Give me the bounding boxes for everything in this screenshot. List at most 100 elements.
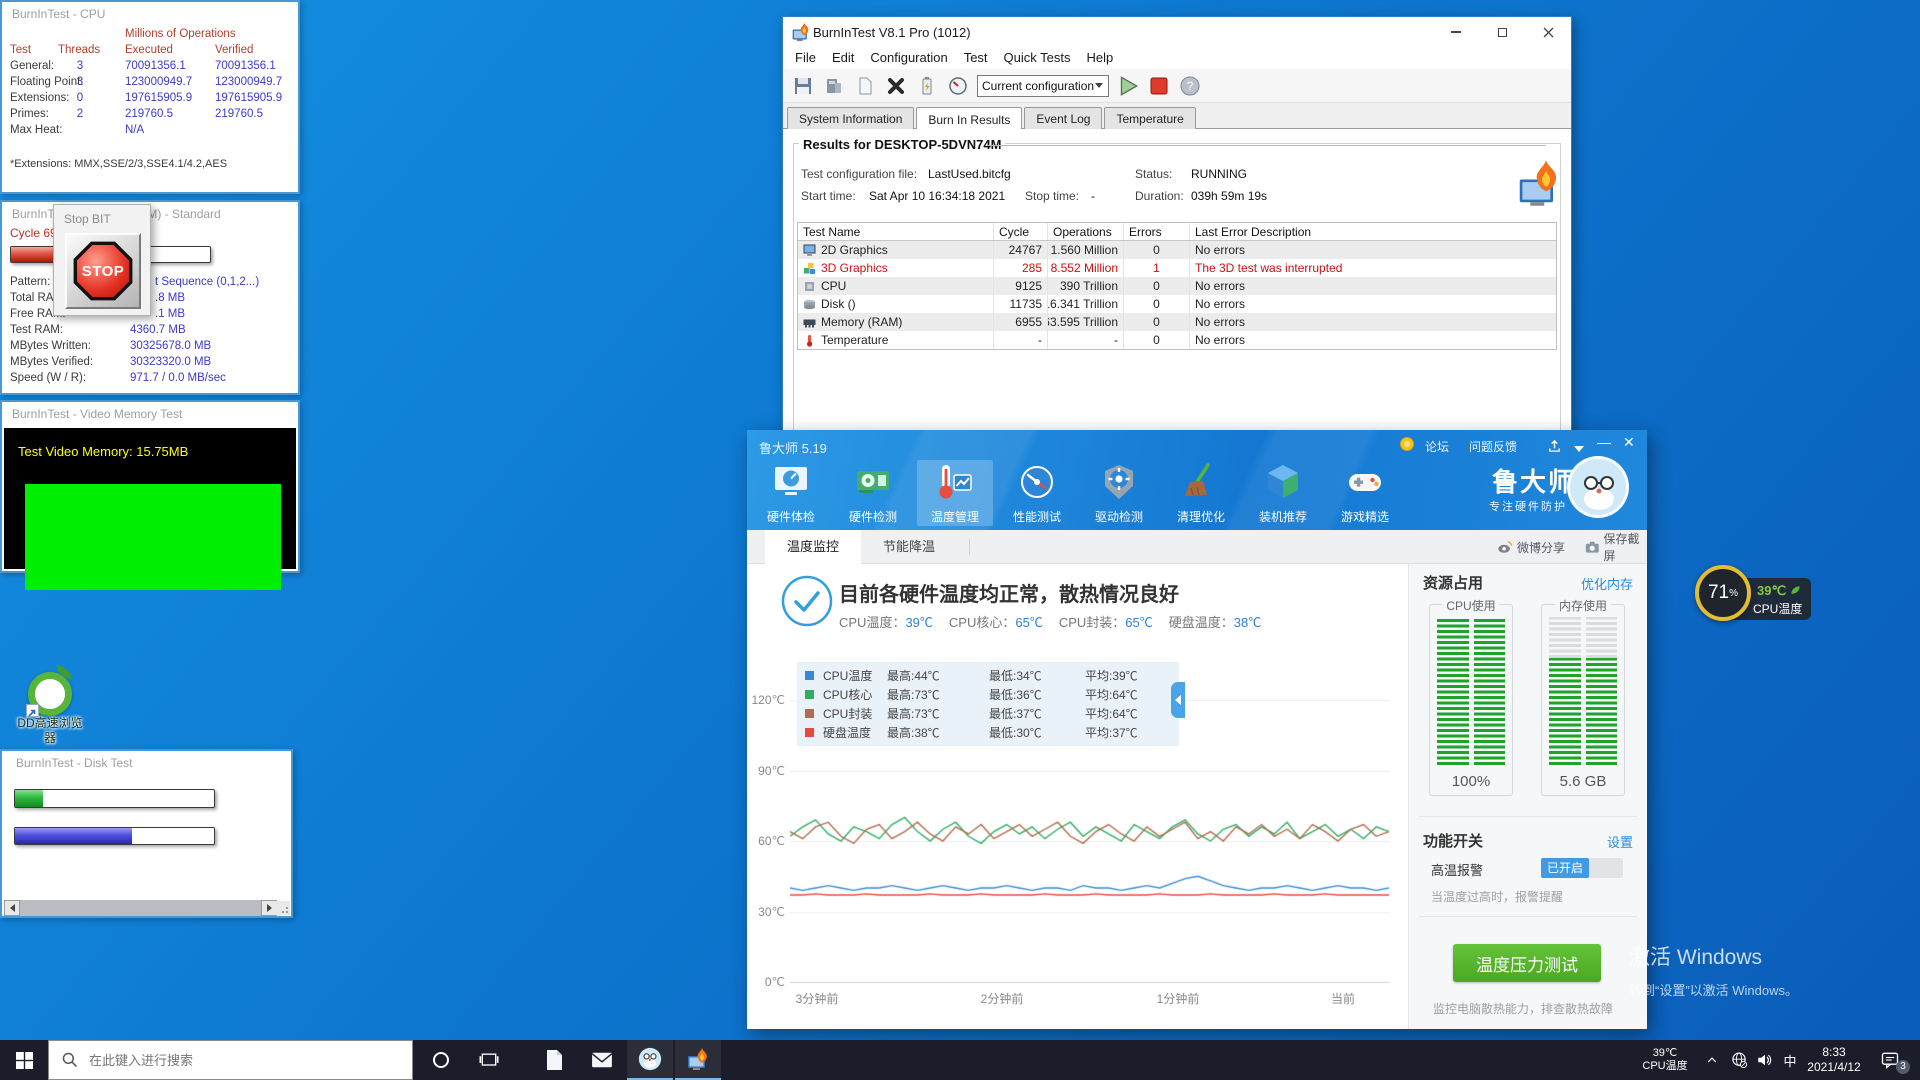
ram-stat-row: Test RAM: 4360.7 MB xyxy=(2,324,298,340)
tab-bar[interactable]: System Information Burn In Results Event L… xyxy=(783,103,1571,132)
toolbar[interactable]: Current configuration ? xyxy=(783,69,1571,103)
brand-name: 鲁大师 xyxy=(1492,467,1577,497)
help-button[interactable]: ? xyxy=(1178,74,1202,98)
desktop-icon-dd-browser[interactable]: DD高速浏览 器 xyxy=(8,664,92,746)
tab-温度监控[interactable]: 温度监控 xyxy=(765,530,861,564)
scroll-left-button[interactable] xyxy=(4,900,20,916)
save-screenshot-button[interactable]: 保存截屏 xyxy=(1585,530,1647,564)
menu-item-help[interactable]: Help xyxy=(1078,47,1121,68)
windows-activation-watermark: 激活 Windows 转到“设置”以激活 Windows。 xyxy=(1629,946,1799,998)
table-row[interactable]: Disk () 11735 16.341 Trillion 0 No errors xyxy=(798,295,1556,313)
menu-item-quick-tests[interactable]: Quick Tests xyxy=(996,47,1079,68)
dropdown-caret-icon[interactable] xyxy=(1573,441,1585,457)
clipboard-icon[interactable] xyxy=(853,74,877,98)
stop-test-button[interactable] xyxy=(1147,74,1171,98)
feedback-link[interactable]: 问题反馈 xyxy=(1469,438,1517,455)
cell: 3 xyxy=(76,60,84,72)
nav-item-性能测试[interactable]: 性能测试 xyxy=(999,460,1075,526)
temperature-panel: 目前各硬件温度均正常，散热情况良好 CPU温度：39℃ CPU核心：65℃ CPU封… xyxy=(747,564,1408,1029)
nav-item-驱动检测[interactable]: 驱动检测 xyxy=(1081,460,1157,526)
tab-节能降温[interactable]: 节能降温 xyxy=(861,530,957,564)
weibo-share-button[interactable]: 微博分享 xyxy=(1497,530,1565,564)
table-row[interactable]: Memory (RAM) 6955 63.595 Trillion 0 No error… xyxy=(798,313,1556,331)
y-tick-label: 60℃ xyxy=(758,834,785,848)
tray-clock[interactable]: 8:33 2021/4/12 xyxy=(1802,1040,1866,1080)
table-row[interactable]: 2D Graphics 24767 1.560 Million 0 No errors xyxy=(798,241,1556,259)
taskbar-app-ludashi[interactable] xyxy=(627,1040,673,1080)
gauge-icon[interactable] xyxy=(946,74,970,98)
horizontal-scrollbar[interactable] xyxy=(4,900,277,916)
nav-item-清理优化[interactable]: 清理优化 xyxy=(1163,460,1239,526)
task-view-button[interactable] xyxy=(466,1040,512,1080)
close-button[interactable]: ✕ xyxy=(1623,434,1635,451)
titlebar[interactable]: BurnInTest V8.1 Pro (1012) xyxy=(783,17,1571,47)
legend-collapse-button[interactable] xyxy=(1171,682,1185,718)
tab-system-information[interactable]: System Information xyxy=(787,107,915,131)
forum-link[interactable]: 论坛 xyxy=(1425,438,1449,455)
burnintest-flame-icon xyxy=(791,22,811,47)
taskbar-app-mail[interactable] xyxy=(579,1040,625,1080)
nav-item-温度管理[interactable]: 温度管理 xyxy=(917,460,993,526)
stop-bit-button[interactable]: STOP xyxy=(65,233,141,309)
optimize-memory-link[interactable]: 优化内存 xyxy=(1581,574,1633,593)
taskbar-app-document[interactable] xyxy=(531,1040,577,1080)
share-icon[interactable] xyxy=(1547,438,1562,456)
nav-item-label: 温度管理 xyxy=(930,510,979,524)
tray-chevron-up[interactable] xyxy=(1700,1040,1724,1080)
tab-temperature[interactable]: Temperature xyxy=(1104,107,1196,131)
system-info-icon[interactable] xyxy=(822,74,846,98)
delete-results-icon[interactable] xyxy=(884,74,908,98)
menu-item-edit[interactable]: Edit xyxy=(824,47,862,68)
minimize-button[interactable] xyxy=(1433,17,1479,47)
menu-item-configuration[interactable]: Configuration xyxy=(862,47,955,68)
start-test-button[interactable] xyxy=(1116,74,1140,98)
maximize-button[interactable] xyxy=(1479,17,1525,47)
search-input[interactable] xyxy=(89,1052,379,1068)
nav-item-硬件检测[interactable]: 硬件检测 xyxy=(835,460,911,526)
nav-item-游戏精选[interactable]: 游戏精选 xyxy=(1327,460,1403,526)
medal-icon[interactable] xyxy=(1399,436,1415,457)
legend-series-name: CPU封装 xyxy=(823,707,873,721)
scroll-right-button[interactable] xyxy=(261,900,277,916)
tray-network[interactable] xyxy=(1726,1040,1752,1080)
minimize-button[interactable]: — xyxy=(1597,434,1611,450)
taskbar[interactable]: 39℃CPU温度 中 8:332021/4/12 3 xyxy=(0,1040,1920,1080)
table-row[interactable]: 3D Graphics 285 8.552 Million 1 The 3D test … xyxy=(798,259,1556,277)
tab-event-log[interactable]: Event Log xyxy=(1024,107,1103,131)
burnintest-cpu-window[interactable]: BurnInTest - CPU Millions of Operations … xyxy=(0,0,300,194)
menu-item-test[interactable]: Test xyxy=(956,47,996,68)
configuration-dropdown[interactable]: Current configuration xyxy=(977,74,1109,97)
temperature-stress-test-button[interactable]: 温度压力测试 xyxy=(1453,944,1601,982)
legend-max: 最高:38℃ xyxy=(887,726,940,740)
tray-cpu-temp[interactable]: 39℃ CPU温度 xyxy=(1632,1040,1698,1080)
temp-label: CPU核心： xyxy=(948,615,1016,630)
start-button[interactable] xyxy=(0,1040,48,1080)
taskbar-search[interactable] xyxy=(48,1040,413,1080)
nav-item-装机推荐[interactable]: 装机推荐 xyxy=(1245,460,1321,526)
widget-temp-label: CPU温度 xyxy=(1753,602,1803,616)
ups-test-icon[interactable] xyxy=(915,74,939,98)
table-row[interactable]: Temperature - -0 No errors xyxy=(798,331,1556,349)
resize-grip[interactable] xyxy=(276,901,290,915)
burnintest-disk-window[interactable]: BurnInTest - Disk Test xyxy=(0,749,293,918)
nav-item-硬件体检[interactable]: 硬件体检 xyxy=(753,460,829,526)
high-temp-alarm-toggle[interactable]: 已开启 xyxy=(1541,858,1623,878)
tray-ime[interactable]: 中 xyxy=(1778,1040,1802,1080)
mascot-avatar xyxy=(1567,456,1629,518)
settings-link[interactable]: 设置 xyxy=(1607,832,1633,851)
menu-item-file[interactable]: File xyxy=(787,47,824,68)
mail-icon xyxy=(591,1052,613,1068)
widget-usage-circle[interactable]: 71% xyxy=(1695,565,1751,621)
burnintest-video-window[interactable]: BurnInTest - Video Memory Test Test Vide… xyxy=(0,400,300,590)
tray-volume[interactable] xyxy=(1752,1040,1778,1080)
temp-item: CPU核心：65℃ xyxy=(949,612,1043,631)
table-row[interactable]: CPU 9125 390 Trillion 0 No errors xyxy=(798,277,1556,295)
sub-tab-bar[interactable]: 微博分享 保存截屏 温度监控 节能降温 xyxy=(747,530,1647,564)
menu-bar[interactable]: File Edit Configuration Test Quick Tests Help xyxy=(783,47,1571,69)
save-report-icon[interactable] xyxy=(791,74,815,98)
taskbar-app-burnintest[interactable] xyxy=(675,1040,721,1080)
ludashi-window[interactable]: 鲁大师 5.19 论坛 问题反馈 — ✕ 硬件体检 硬件检测 温度管理 性能测试 驱动检… xyxy=(747,430,1647,1029)
tray-action-center[interactable]: 3 xyxy=(1868,1040,1912,1080)
cortana-button[interactable] xyxy=(418,1040,464,1080)
close-button[interactable] xyxy=(1525,17,1571,47)
